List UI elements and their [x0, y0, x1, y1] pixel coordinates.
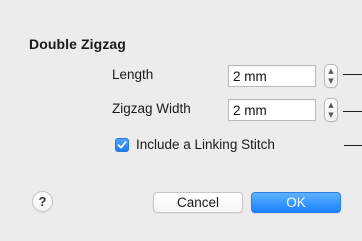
- linking-stitch-checkbox[interactable]: [115, 138, 129, 152]
- zigzag-width-label: Zigzag Width: [112, 101, 191, 116]
- zigzag-width-stepper[interactable]: ▲ ▼: [324, 98, 338, 122]
- length-label: Length: [112, 67, 154, 82]
- double-zigzag-dialog: Double Zigzag Length ▲ ▼ Zigzag Width ▲ …: [0, 0, 362, 241]
- linking-stitch-label[interactable]: Include a Linking Stitch: [136, 137, 275, 152]
- chevron-down-icon[interactable]: ▼: [327, 76, 335, 86]
- zigzag-width-input[interactable]: [228, 99, 316, 121]
- checkmark-icon: [117, 141, 127, 149]
- chevron-up-icon[interactable]: ▲: [327, 100, 335, 110]
- help-button[interactable]: ?: [32, 191, 53, 212]
- chevron-down-icon[interactable]: ▼: [327, 110, 335, 120]
- chevron-up-icon[interactable]: ▲: [327, 66, 335, 76]
- cancel-button[interactable]: Cancel: [153, 192, 243, 213]
- dialog-title: Double Zigzag: [29, 36, 126, 52]
- length-stepper[interactable]: ▲ ▼: [324, 64, 338, 88]
- zigzag-width-callout-line: [343, 111, 362, 112]
- linking-stitch-callout-line: [344, 145, 362, 146]
- length-input[interactable]: [228, 65, 316, 87]
- length-callout-line: [343, 74, 362, 75]
- ok-button[interactable]: OK: [251, 192, 341, 213]
